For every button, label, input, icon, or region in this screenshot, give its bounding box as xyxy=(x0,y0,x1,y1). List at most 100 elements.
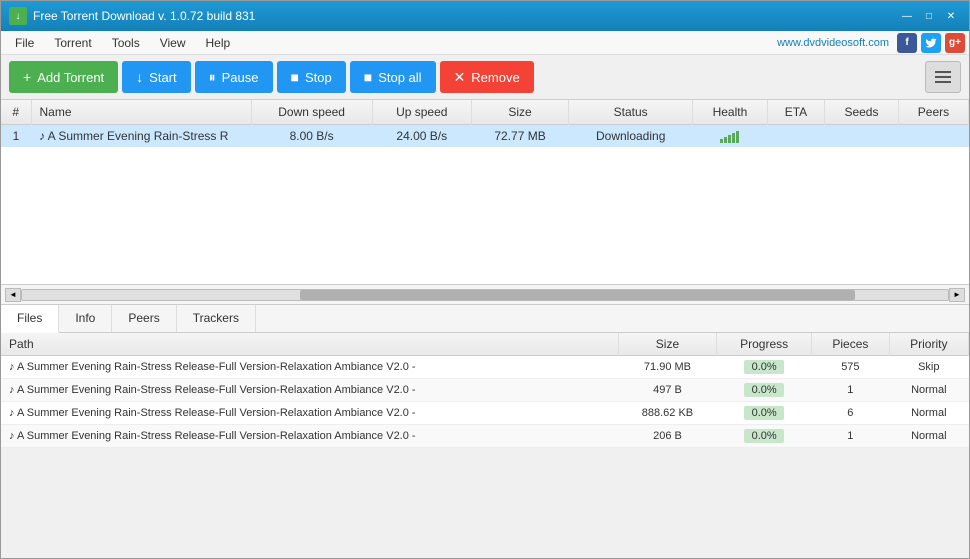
file-priority: Skip xyxy=(889,356,968,379)
col-down-speed: Down speed xyxy=(251,100,372,125)
file-path: ♪ A Summer Evening Rain-Stress Release-F… xyxy=(1,402,618,425)
health-bars xyxy=(701,129,760,143)
list-item[interactable]: ♪ A Summer Evening Rain-Stress Release-F… xyxy=(1,356,969,379)
file-size: 206 B xyxy=(618,425,716,448)
col-name: Name xyxy=(31,100,251,125)
col-size: Size xyxy=(471,100,569,125)
file-progress: 0.0% xyxy=(717,402,812,425)
torrent-table-container: # Name Down speed Up speed Size Status H… xyxy=(1,100,969,285)
col-num: # xyxy=(1,100,31,125)
app-icon: ↓ xyxy=(9,7,27,25)
file-pieces: 1 xyxy=(812,425,889,448)
files-table-container: Path Size Progress Pieces Priority ♪ A S… xyxy=(1,333,969,448)
hamburger-line-2 xyxy=(935,76,951,78)
stop-label: Stop xyxy=(305,70,332,85)
maximize-button[interactable]: □ xyxy=(919,8,939,24)
start-icon: ↓ xyxy=(136,69,143,85)
file-size: 71.90 MB xyxy=(618,356,716,379)
col-seeds: Seeds xyxy=(825,100,899,125)
tab-trackers[interactable]: Trackers xyxy=(177,305,256,332)
tab-files[interactable]: Files xyxy=(1,305,59,333)
files-col-path: Path xyxy=(1,333,618,356)
hamburger-line-3 xyxy=(935,81,951,83)
health-bar-2 xyxy=(724,137,727,143)
table-row[interactable]: 1 ♪ A Summer Evening Rain-Stress R 8.00 … xyxy=(1,125,969,148)
row-size: 72.77 MB xyxy=(471,125,569,148)
add-icon: + xyxy=(23,69,31,85)
close-button[interactable]: ✕ xyxy=(941,8,961,24)
files-table: Path Size Progress Pieces Priority ♪ A S… xyxy=(1,333,969,448)
torrent-table-body: 1 ♪ A Summer Evening Rain-Stress R 8.00 … xyxy=(1,125,969,148)
col-peers: Peers xyxy=(898,100,968,125)
remove-button[interactable]: ✕ Remove xyxy=(440,61,534,93)
menu-tools[interactable]: Tools xyxy=(102,34,150,52)
col-health: Health xyxy=(693,100,768,125)
start-button[interactable]: ↓ Start xyxy=(122,61,190,93)
pause-label: Pause xyxy=(222,70,259,85)
tabs-bar: Files Info Peers Trackers xyxy=(1,305,969,333)
health-bar-4 xyxy=(732,133,735,143)
header-links: www.dvdvideosoft.com f g+ xyxy=(777,33,965,53)
scroll-right-arrow[interactable]: ► xyxy=(949,288,965,302)
health-bar-5 xyxy=(736,131,739,143)
progress-badge: 0.0% xyxy=(744,360,784,374)
tab-peers[interactable]: Peers xyxy=(112,305,176,332)
progress-badge: 0.0% xyxy=(744,429,784,443)
scrollbar-thumb xyxy=(300,290,856,300)
file-path: ♪ A Summer Evening Rain-Stress Release-F… xyxy=(1,425,618,448)
hamburger-button[interactable] xyxy=(925,61,961,93)
pause-button[interactable]: ⏸ Pause xyxy=(195,61,273,93)
health-bar-3 xyxy=(728,135,731,143)
list-item[interactable]: ♪ A Summer Evening Rain-Stress Release-F… xyxy=(1,425,969,448)
menu-torrent[interactable]: Torrent xyxy=(44,34,101,52)
horizontal-scrollbar[interactable] xyxy=(21,289,949,301)
row-eta xyxy=(767,125,824,148)
title-bar: ↓ Free Torrent Download v. 1.0.72 build … xyxy=(1,1,969,31)
menu-items: File Torrent Tools View Help xyxy=(5,34,240,52)
stop-all-label: Stop all xyxy=(378,70,421,85)
stop-button[interactable]: ■ Stop xyxy=(277,61,346,93)
add-torrent-button[interactable]: + Add Torrent xyxy=(9,61,118,93)
file-size: 888.62 KB xyxy=(618,402,716,425)
start-label: Start xyxy=(149,70,176,85)
files-table-body: ♪ A Summer Evening Rain-Stress Release-F… xyxy=(1,356,969,448)
health-bar-1 xyxy=(720,139,723,143)
remove-icon: ✕ xyxy=(454,69,466,86)
minimize-button[interactable]: — xyxy=(897,8,917,24)
menu-view[interactable]: View xyxy=(150,34,196,52)
stop-all-button[interactable]: ■ Stop all xyxy=(350,61,436,93)
file-pieces: 1 xyxy=(812,379,889,402)
row-health xyxy=(693,125,768,148)
progress-badge: 0.0% xyxy=(744,383,784,397)
toolbar: + Add Torrent ↓ Start ⏸ Pause ■ Stop ■ S… xyxy=(1,55,969,100)
googleplus-button[interactable]: g+ xyxy=(945,33,965,53)
list-item[interactable]: ♪ A Summer Evening Rain-Stress Release-F… xyxy=(1,379,969,402)
pause-icon: ⏸ xyxy=(209,69,216,86)
add-label: Add Torrent xyxy=(37,70,104,85)
file-pieces: 575 xyxy=(812,356,889,379)
progress-badge: 0.0% xyxy=(744,406,784,420)
row-down-speed: 8.00 B/s xyxy=(251,125,372,148)
files-col-progress: Progress xyxy=(717,333,812,356)
tab-info[interactable]: Info xyxy=(59,305,112,332)
scroll-left-arrow[interactable]: ◄ xyxy=(5,288,21,302)
dvd-link[interactable]: www.dvdvideosoft.com xyxy=(777,37,889,49)
file-progress: 0.0% xyxy=(717,356,812,379)
list-item[interactable]: ♪ A Summer Evening Rain-Stress Release-F… xyxy=(1,402,969,425)
files-col-priority: Priority xyxy=(889,333,968,356)
stop-all-icon: ■ xyxy=(364,69,372,85)
files-table-header: Path Size Progress Pieces Priority xyxy=(1,333,969,356)
col-eta: ETA xyxy=(767,100,824,125)
files-col-pieces: Pieces xyxy=(812,333,889,356)
row-name: ♪ A Summer Evening Rain-Stress R xyxy=(31,125,251,148)
file-priority: Normal xyxy=(889,402,968,425)
stop-icon: ■ xyxy=(291,69,299,85)
row-seeds xyxy=(825,125,899,148)
file-path: ♪ A Summer Evening Rain-Stress Release-F… xyxy=(1,379,618,402)
menu-help[interactable]: Help xyxy=(196,34,241,52)
menu-file[interactable]: File xyxy=(5,34,44,52)
file-priority: Normal xyxy=(889,425,968,448)
twitter-button[interactable] xyxy=(921,33,941,53)
facebook-button[interactable]: f xyxy=(897,33,917,53)
row-status: Downloading xyxy=(569,125,693,148)
